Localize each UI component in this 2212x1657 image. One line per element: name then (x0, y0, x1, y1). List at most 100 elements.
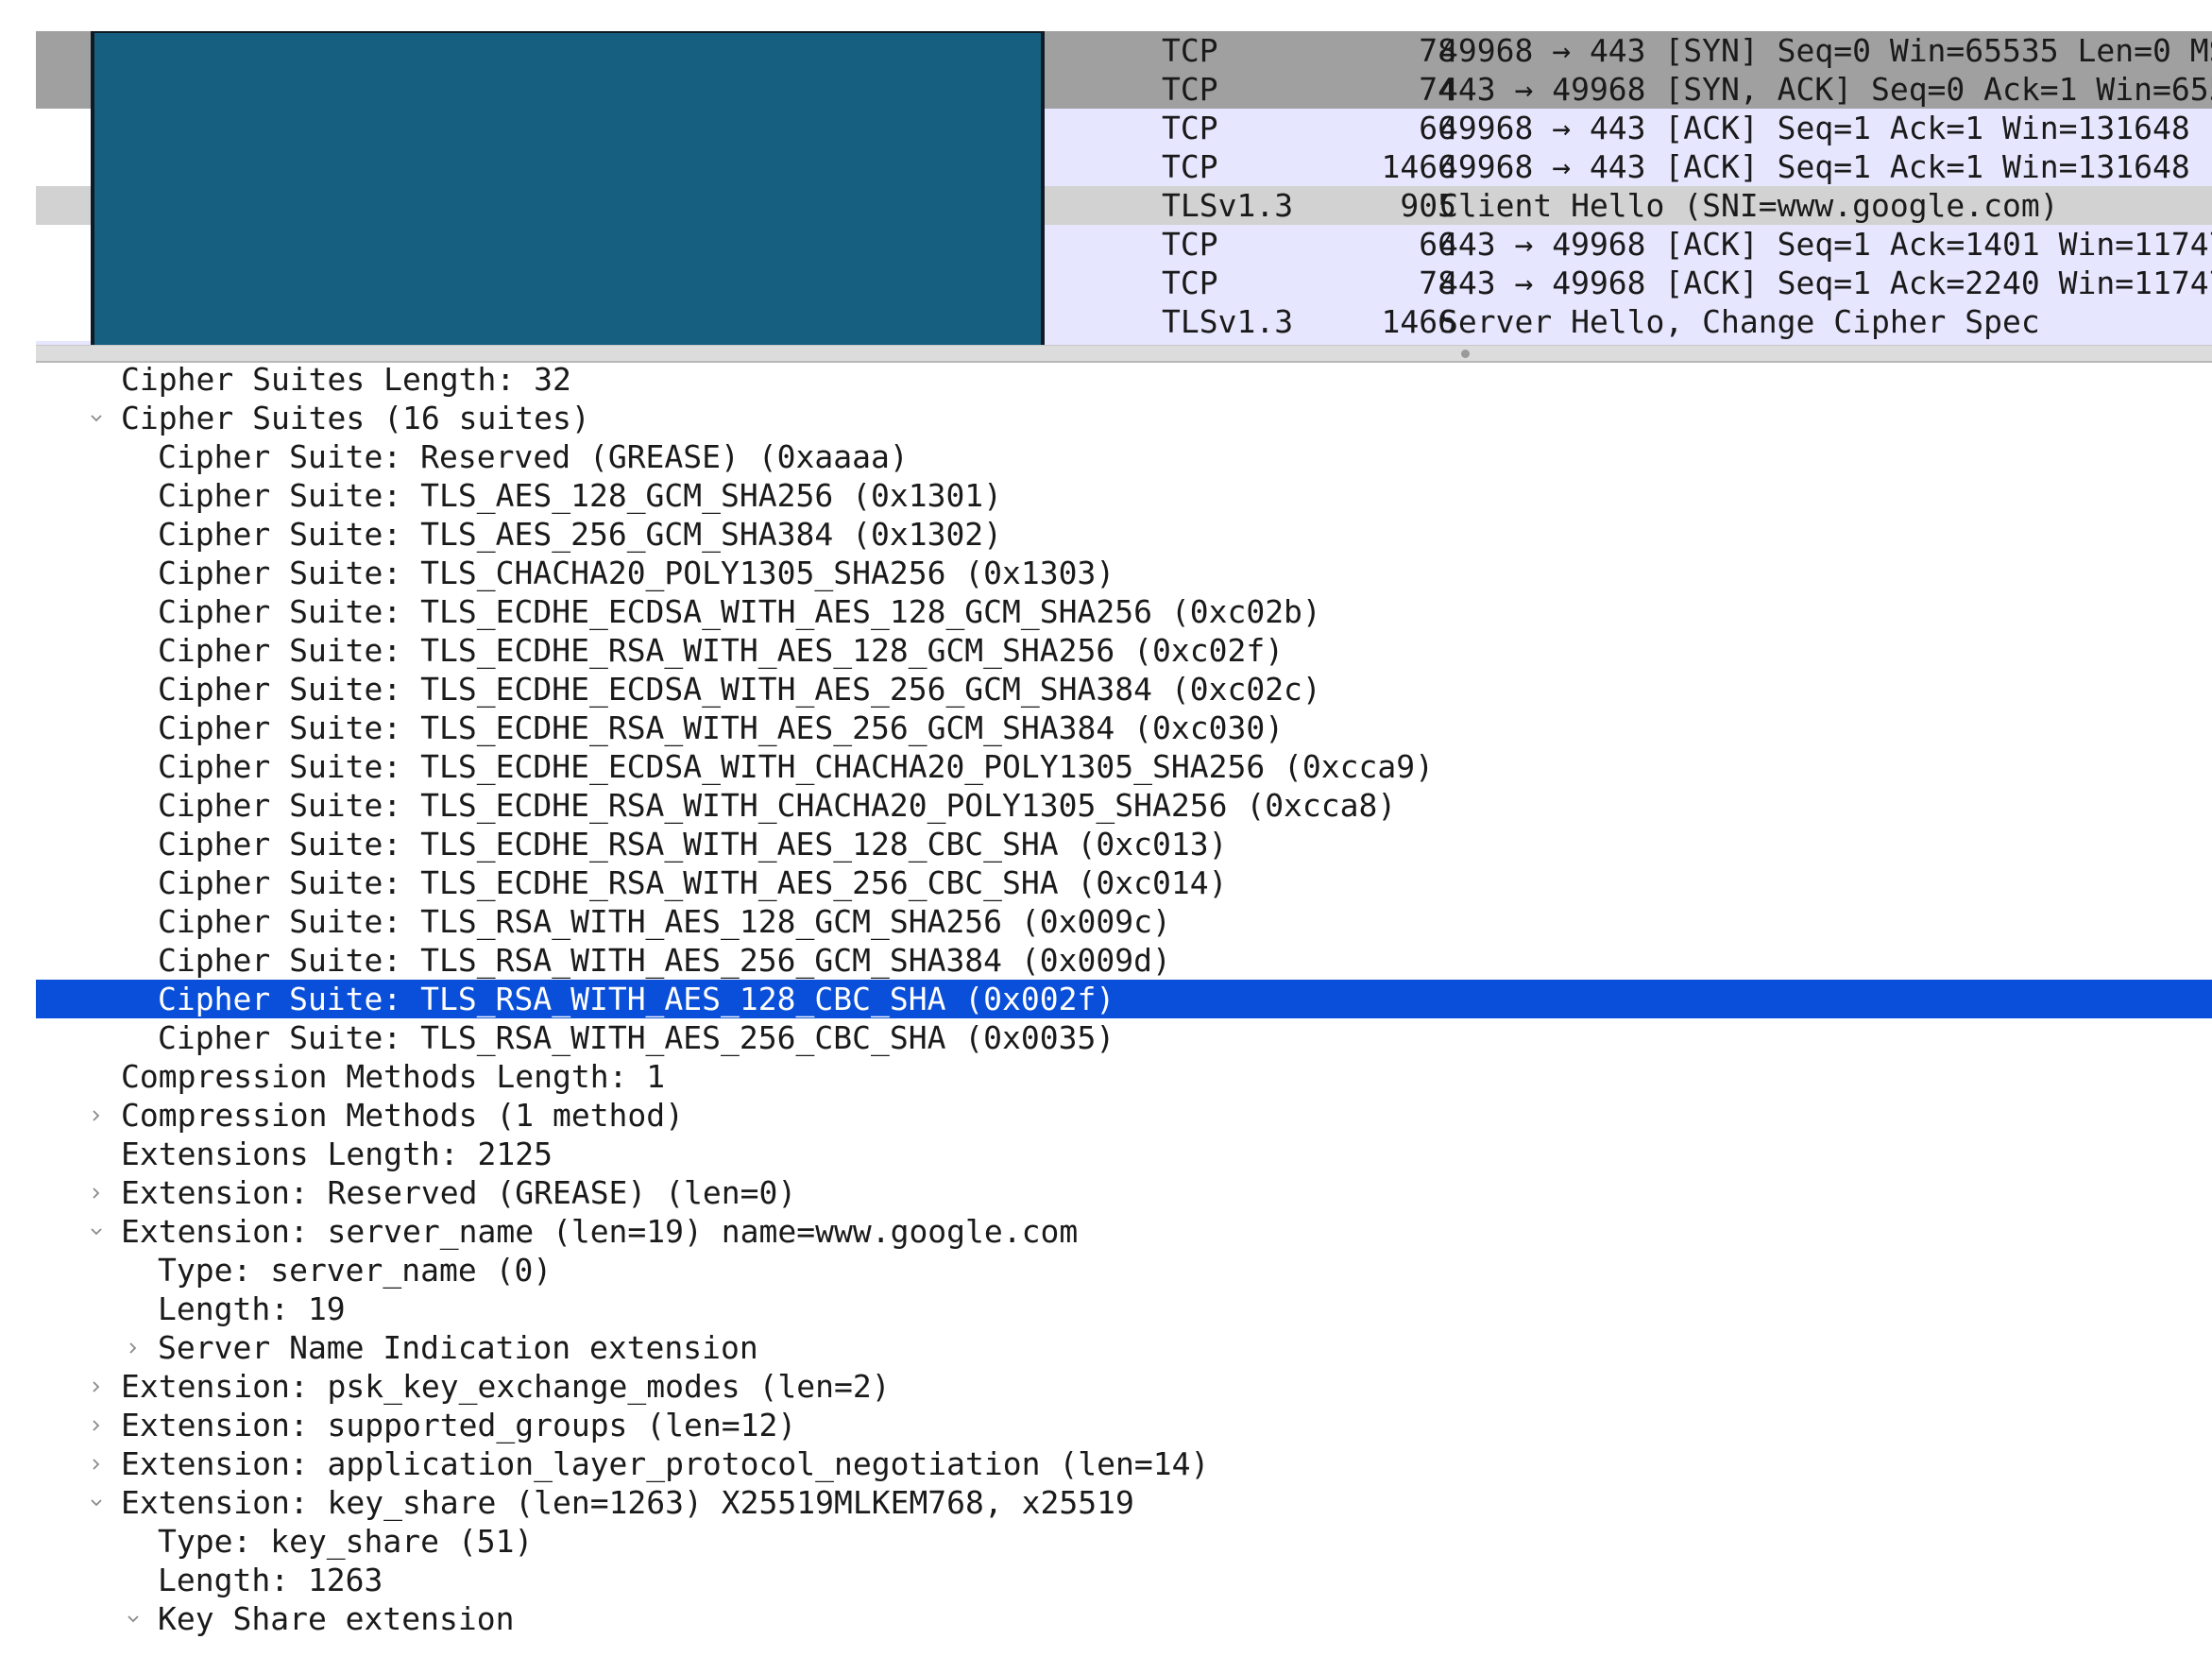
tree-row-label: Extension: psk_key_exchange_modes (len=2… (121, 1368, 891, 1405)
tree-row[interactable]: Cipher Suite: Reserved (GREASE) (0xaaaa) (36, 437, 2212, 476)
tree-row[interactable]: Extension: psk_key_exchange_modes (len=2… (36, 1367, 2212, 1406)
chevron-right-icon[interactable] (86, 1096, 107, 1135)
tree-row[interactable]: Cipher Suite: TLS_RSA_WITH_AES_128_GCM_S… (36, 902, 2212, 941)
tree-row-label: Cipher Suite: TLS_CHACHA20_POLY1305_SHA2… (158, 555, 1115, 591)
chevron-right-icon[interactable] (86, 1444, 107, 1483)
tree-row[interactable]: Cipher Suite: TLS_ECDHE_RSA_WITH_AES_128… (36, 631, 2212, 670)
packet-list[interactable]: TCP 78 49968 → 443 [SYN] Seq=0 Win=65535 L… (36, 31, 2212, 361)
tree-row[interactable]: Cipher Suite: TLS_ECDHE_ECDSA_WITH_CHACH… (36, 747, 2212, 786)
packet-protocol: TLSv1.3 (1162, 187, 1294, 224)
tree-row-label: Cipher Suite: TLS_AES_128_GCM_SHA256 (0x… (158, 477, 1003, 514)
packet-info: 49968 → 443 [ACK] Seq=1 Ack=1 Win=131648… (1439, 148, 2212, 185)
tree-row-label: Server Name Indication extension (158, 1329, 758, 1366)
packet-row-marker (36, 109, 93, 147)
tree-row-label: Type: key_share (51) (158, 1523, 534, 1560)
tree-row-label: Cipher Suite: TLS_ECDHE_ECDSA_WITH_AES_2… (158, 671, 1321, 708)
chevron-right-icon[interactable] (123, 1328, 144, 1367)
tree-row[interactable]: Length: 19 (36, 1290, 2212, 1328)
tree-row[interactable]: Cipher Suites (16 suites) (36, 399, 2212, 437)
tree-row-label: Length: 19 (158, 1290, 346, 1327)
chevron-right-icon[interactable] (86, 1173, 107, 1212)
packet-info: 443 → 49968 [ACK] Seq=1 Ack=2240 Win=117… (1439, 265, 2212, 301)
tree-row[interactable]: Cipher Suite: TLS_RSA_WITH_AES_256_GCM_S… (36, 941, 2212, 980)
tree-row-label: Cipher Suite: Reserved (GREASE) (0xaaaa) (158, 438, 909, 475)
tree-row-label: Cipher Suite: TLS_ECDHE_RSA_WITH_AES_128… (158, 632, 1285, 669)
chevron-down-icon[interactable] (86, 1483, 107, 1522)
tree-row[interactable]: Extensions Length: 2125 (36, 1135, 2212, 1173)
tree-row-label: Compression Methods Length: 1 (121, 1058, 666, 1095)
packet-row-marker (36, 186, 93, 225)
packet-details-tree[interactable]: Cipher Suites Length: 32 Cipher Suites (1… (36, 360, 2212, 1657)
packet-info: 443 → 49968 [ACK] Seq=1 Ack=1401 Win=117… (1439, 226, 2212, 263)
tree-row[interactable]: Cipher Suite: TLS_ECDHE_RSA_WITH_CHACHA2… (36, 786, 2212, 825)
tree-row-label: Cipher Suite: TLS_ECDHE_ECDSA_WITH_CHACH… (158, 748, 1435, 785)
packet-protocol: TCP (1162, 226, 1218, 263)
packet-row-marker (36, 31, 93, 70)
tree-row[interactable]: Cipher Suite: TLS_ECDHE_RSA_WITH_AES_256… (36, 863, 2212, 902)
packet-protocol: TCP (1162, 148, 1218, 185)
tree-row-label: Cipher Suites (16 suites) (121, 400, 590, 436)
tree-row-label: Cipher Suite: TLS_ECDHE_RSA_WITH_AES_256… (158, 864, 1228, 901)
tree-row[interactable]: Cipher Suite: TLS_ECDHE_RSA_WITH_AES_256… (36, 709, 2212, 747)
chevron-down-icon[interactable] (123, 1599, 144, 1638)
chevron-right-icon[interactable] (86, 1367, 107, 1406)
packet-row-marker (36, 302, 93, 341)
tree-row-label: Cipher Suite: TLS_RSA_WITH_AES_128_GCM_S… (158, 903, 1171, 940)
tree-row-label: Cipher Suite: TLS_RSA_WITH_AES_256_CBC_S… (158, 1019, 1115, 1056)
packet-protocol: TLSv1.3 (1162, 303, 1294, 340)
packet-info: Client Hello (SNI=www.google.com) (1439, 187, 2059, 224)
tree-row-label: Cipher Suite: TLS_RSA_WITH_AES_256_GCM_S… (158, 942, 1171, 979)
packet-protocol: TCP (1162, 110, 1218, 146)
tree-row-label: Cipher Suite: TLS_RSA_WITH_AES_128_CBC_S… (158, 981, 1115, 1017)
tree-row[interactable]: Extension: application_layer_protocol_ne… (36, 1444, 2212, 1483)
tree-row-label: Cipher Suite: TLS_ECDHE_ECDSA_WITH_AES_1… (158, 593, 1321, 630)
packet-info: 49968 → 443 [ACK] Seq=1 Ack=1 Win=131648… (1439, 110, 2212, 146)
tree-row-label: Key Share extension (158, 1600, 515, 1637)
tree-row-label: Extension: server_name (len=19) name=www… (121, 1213, 1079, 1250)
tree-row[interactable]: Extension: server_name (len=19) name=www… (36, 1212, 2212, 1251)
tree-row[interactable]: Type: key_share (51) (36, 1522, 2212, 1561)
tree-row-label: Length: 1263 (158, 1562, 383, 1598)
chevron-down-icon[interactable] (86, 1212, 107, 1251)
tree-row[interactable]: Server Name Indication extension (36, 1328, 2212, 1367)
tree-row-label: Cipher Suite: TLS_ECDHE_RSA_WITH_CHACHA2… (158, 787, 1397, 824)
tree-row-label: Cipher Suite: TLS_ECDHE_RSA_WITH_AES_128… (158, 826, 1228, 863)
tree-row[interactable]: Type: server_name (0) (36, 1251, 2212, 1290)
tree-row[interactable]: Extension: Reserved (GREASE) (len=0) (36, 1173, 2212, 1212)
chevron-right-icon[interactable] (86, 1406, 107, 1444)
tree-row-label: Extension: Reserved (GREASE) (len=0) (121, 1174, 797, 1211)
splitter-handle-icon[interactable] (1461, 350, 1470, 358)
tree-row[interactable]: Cipher Suite: TLS_ECDHE_ECDSA_WITH_AES_1… (36, 592, 2212, 631)
packet-protocol: TCP (1162, 32, 1218, 69)
tree-row[interactable]: Extension: key_share (len=1263) X25519ML… (36, 1483, 2212, 1522)
packet-info: 443 → 49968 [SYN, ACK] Seq=0 Ack=1 Win=6… (1439, 71, 2212, 108)
packet-row-marker (36, 70, 93, 109)
tree-row[interactable]: Cipher Suite: TLS_CHACHA20_POLY1305_SHA2… (36, 554, 2212, 592)
tree-row[interactable]: Cipher Suite: TLS_AES_256_GCM_SHA384 (0x… (36, 515, 2212, 554)
tree-row[interactable]: Cipher Suite: TLS_ECDHE_ECDSA_WITH_AES_2… (36, 670, 2212, 709)
tree-row[interactable]: Cipher Suite: TLS_RSA_WITH_AES_256_CBC_S… (36, 1018, 2212, 1057)
chevron-down-icon[interactable] (86, 399, 107, 437)
packet-protocol: TCP (1162, 71, 1218, 108)
packet-info: 49968 → 443 [SYN] Seq=0 Win=65535 Len=0 … (1439, 32, 2212, 69)
tree-row-label: Cipher Suite: TLS_AES_256_GCM_SHA384 (0x… (158, 516, 1003, 553)
tree-row-label: Cipher Suites Length: 32 (121, 361, 571, 398)
packet-row-marker (36, 225, 93, 264)
tree-row[interactable]: Cipher Suites Length: 32 (36, 360, 2212, 399)
packet-row-marker (36, 147, 93, 186)
tree-row[interactable]: Compression Methods (1 method) (36, 1096, 2212, 1135)
tree-row[interactable]: Length: 1263 (36, 1561, 2212, 1599)
tree-row[interactable]: Compression Methods Length: 1 (36, 1057, 2212, 1096)
tree-row[interactable]: Cipher Suite: TLS_AES_128_GCM_SHA256 (0x… (36, 476, 2212, 515)
tree-row-label: Compression Methods (1 method) (121, 1097, 685, 1134)
tree-row[interactable]: Cipher Suite: TLS_ECDHE_RSA_WITH_AES_128… (36, 825, 2212, 863)
tree-row[interactable]: Extension: supported_groups (len=12) (36, 1406, 2212, 1444)
packet-row-marker (36, 264, 93, 302)
tree-row[interactable]: Cipher Suite: TLS_RSA_WITH_AES_128_CBC_S… (36, 980, 2212, 1018)
tree-row[interactable]: Key Share extension (36, 1599, 2212, 1638)
tree-row-label: Extension: supported_groups (len=12) (121, 1407, 797, 1443)
tree-row-label: Cipher Suite: TLS_ECDHE_RSA_WITH_AES_256… (158, 709, 1285, 746)
tree-row-label: Extension: application_layer_protocol_ne… (121, 1445, 1210, 1482)
tree-row-label: Extensions Length: 2125 (121, 1136, 553, 1172)
packet-protocol: TCP (1162, 265, 1218, 301)
